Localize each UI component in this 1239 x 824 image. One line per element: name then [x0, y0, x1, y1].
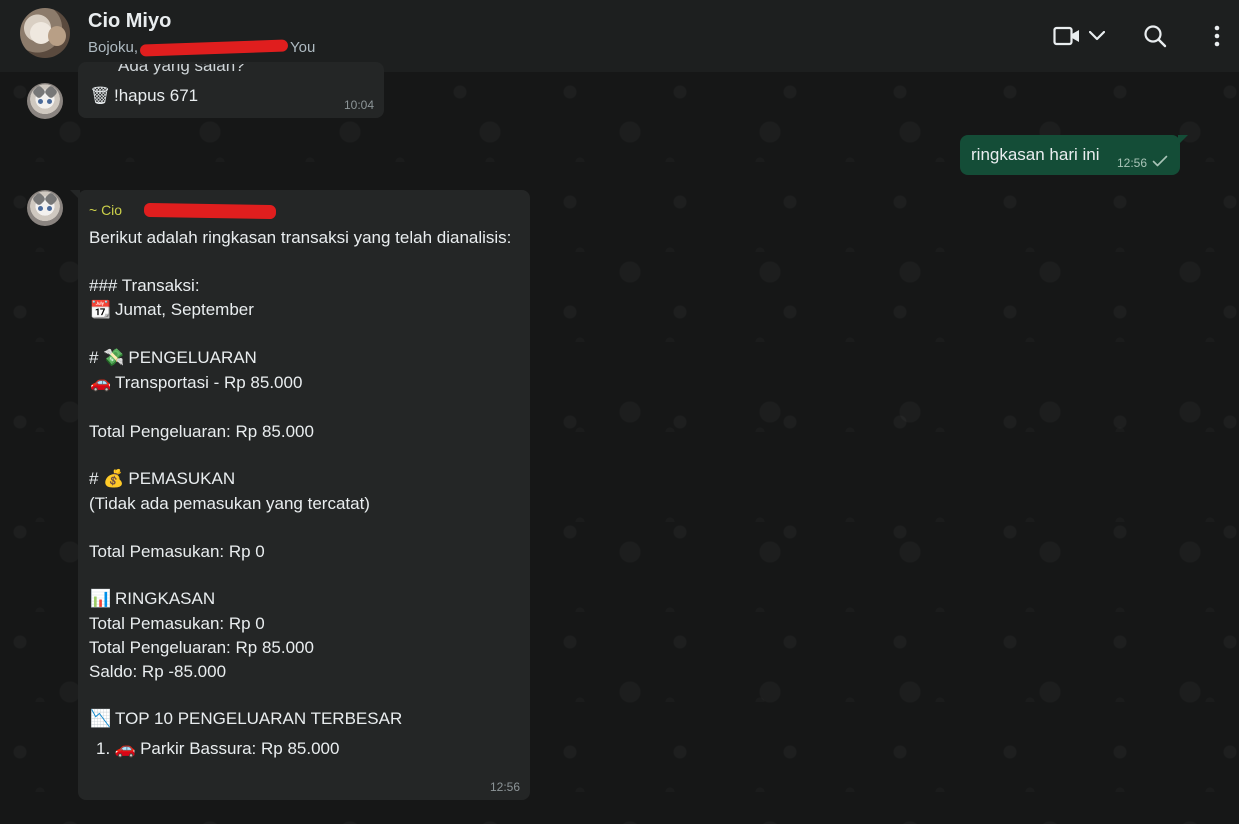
incoming-message-summary[interactable]: ~ Cio Berikut adalah ringkasan transaksi…	[70, 190, 530, 800]
line-text: Total Pengeluaran: Rp 85.000	[89, 638, 314, 657]
menu-button[interactable]	[1199, 18, 1235, 54]
avatar-ear	[43, 84, 59, 100]
line-text: PEMASUKAN	[128, 469, 236, 488]
calendar-icon: 📆	[90, 300, 112, 320]
money-bag-icon: # 💰	[89, 469, 125, 488]
message-text: 🗑 !hapus 671	[88, 86, 198, 106]
line-text: Total Pemasukan: Rp 0	[89, 542, 265, 561]
line-text: TOP 10 PENGELUARAN TERBESAR	[115, 709, 403, 728]
summary-line: Total Pengeluaran: Rp 85.000	[89, 638, 314, 658]
search-button[interactable]	[1137, 18, 1173, 54]
summary-line: Total Pemasukan: Rp 0	[89, 614, 265, 634]
avatar-cat-face-2	[48, 26, 66, 46]
money-wings-icon: # 💸	[89, 348, 125, 367]
line-text: Berikut adalah ringkasan transaksi yang …	[89, 228, 512, 247]
line-text: Saldo: Rp -85.000	[89, 662, 227, 681]
line-text: (Tidak ada pemasukan yang tercatat)	[89, 494, 370, 513]
single-check-icon	[1152, 154, 1168, 172]
members-end: You	[290, 39, 316, 56]
summary-line: 📊 RINGKASAN	[89, 589, 215, 609]
line-text: PENGELUARAN	[128, 348, 257, 367]
message-text: ringkasan hari ini	[971, 145, 1100, 164]
sender-label: ~ Cio	[89, 202, 123, 218]
avatar-eye	[47, 99, 52, 104]
video-call-button[interactable]	[1049, 18, 1109, 54]
line-text: Parkir Bassura: Rp 85.000	[140, 739, 340, 758]
bar-chart-icon: 📊	[90, 589, 112, 609]
outgoing-message[interactable]: ringkasan hari ini 12:56	[960, 135, 1188, 175]
chevron-down-icon	[1089, 31, 1105, 41]
trash-emoji-icon: 🗑	[89, 86, 111, 106]
summary-line: # 💰 PEMASUKAN	[89, 469, 235, 489]
line-text: RINGKASAN	[115, 589, 216, 608]
sender-name[interactable]: ~ Cio	[89, 202, 277, 220]
message-partial-text: Ada yang salah?	[118, 62, 245, 75]
car-icon: 🚗	[90, 373, 112, 393]
line-text: Transportasi - Rp 85.000	[115, 373, 303, 392]
summary-list-item: 1. 🚗 Parkir Bassura: Rp 85.000	[96, 739, 339, 759]
list-number-car-icon: 1. 🚗	[96, 739, 137, 758]
redaction-mark	[139, 39, 289, 57]
summary-line: Total Pemasukan: Rp 0	[89, 542, 265, 562]
summary-line: (Tidak ada pemasukan yang tercatat)	[89, 494, 370, 514]
chart-decreasing-icon: 📉	[90, 709, 112, 729]
line-text: Total Pemasukan: Rp 0	[89, 614, 265, 633]
chat-title[interactable]: Cio Miyo	[88, 10, 171, 33]
avatar-eye	[47, 206, 52, 211]
sender-avatar[interactable]	[27, 190, 63, 226]
search-icon	[1143, 24, 1167, 48]
summary-line: 📆 Jumat, September	[89, 300, 254, 320]
summary-line: # 💸 PENGELUARAN	[89, 348, 257, 368]
line-text: Jumat, September	[115, 300, 254, 319]
line-text: Total Pengeluaran: Rp 85.000	[89, 422, 314, 441]
message-body: !hapus 671	[114, 86, 199, 105]
members-start: Bojoku,	[88, 39, 139, 56]
summary-line: Berikut adalah ringkasan transaksi yang …	[89, 228, 511, 248]
summary-line: Saldo: Rp -85.000	[89, 662, 226, 682]
incoming-message[interactable]: Ada yang salah? 🗑 !hapus 671 10:04	[78, 62, 384, 118]
summary-line: 🚗 Transportasi - Rp 85.000	[89, 373, 302, 393]
chat-members[interactable]: Bojoku, You	[88, 39, 316, 57]
avatar-eye	[38, 206, 43, 211]
message-time: 12:56	[1116, 156, 1147, 170]
sender-avatar[interactable]	[27, 83, 63, 119]
message-time: 12:56	[489, 780, 520, 794]
message-partial-line: Ada yang salah?	[90, 62, 245, 76]
avatar-ear	[43, 191, 59, 207]
kebab-menu-icon	[1214, 25, 1220, 47]
summary-line: ### Transaksi:	[89, 276, 200, 296]
line-text: ### Transaksi:	[89, 276, 200, 295]
video-call-icon	[1053, 25, 1081, 47]
group-avatar[interactable]	[20, 8, 70, 58]
redaction-mark	[143, 203, 277, 220]
message-time: 10:04	[343, 98, 374, 112]
summary-line: 📉 TOP 10 PENGELUARAN TERBESAR	[89, 709, 402, 729]
avatar-eye	[38, 99, 43, 104]
summary-line: Total Pengeluaran: Rp 85.000	[89, 422, 314, 442]
